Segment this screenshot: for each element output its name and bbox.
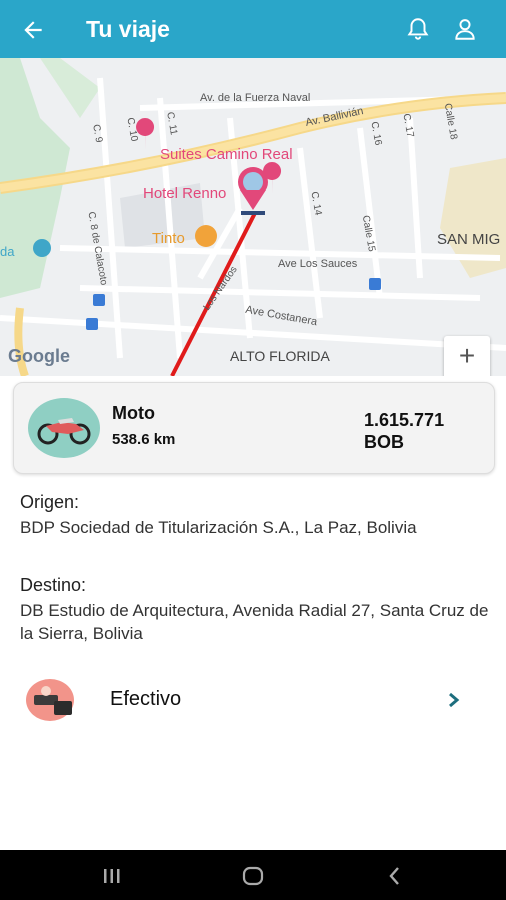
price-currency: BOB: [364, 432, 404, 452]
restaurant-pin-icon[interactable]: [195, 225, 217, 247]
map-label: SAN MIG: [437, 231, 501, 248]
origin-value: BDP Sociedad de Titularización S.A., La …: [20, 518, 417, 537]
trip-distance: 538.6 km: [112, 431, 176, 448]
back-nav-icon[interactable]: [383, 864, 407, 888]
map-label: Av. de la Fuerza Naval: [200, 92, 311, 104]
bus-stop-icon: [369, 278, 381, 290]
app-bar: Tu viaje: [0, 0, 506, 58]
map-poi-label: Suites Camino Real: [160, 146, 293, 163]
system-nav-bar: [0, 850, 506, 900]
zoom-in-button[interactable]: +: [444, 336, 490, 376]
place-pin-icon[interactable]: [33, 239, 51, 257]
payment-method-row[interactable]: Efectivo: [0, 672, 506, 728]
zoom-control: + −: [444, 336, 490, 376]
map-poi-label: Hotel Renno: [143, 185, 227, 202]
home-icon[interactable]: [241, 864, 265, 888]
destination-value: DB Estudio de Arquitectura, Avenida Radi…: [20, 601, 489, 643]
vehicle-type: Moto: [112, 403, 155, 423]
bus-stop-icon: [93, 294, 105, 306]
cash-payment-icon: [26, 679, 74, 721]
user-icon[interactable]: [452, 16, 478, 42]
map-label: ALTO FLORIDA: [230, 348, 330, 364]
bell-icon[interactable]: [405, 16, 431, 42]
chevron-right-icon[interactable]: [444, 688, 464, 712]
trip-price: 1.615.771 BOB: [364, 409, 484, 453]
google-logo: Google: [8, 346, 70, 366]
back-arrow-icon[interactable]: [20, 17, 46, 43]
map-view[interactable]: Av. de la Fuerza Naval Av. Ballivián Sui…: [0, 58, 506, 376]
price-value: 1.615.771: [364, 410, 445, 430]
origin-label: Origen:: [20, 492, 80, 512]
map-poi-label: da: [0, 244, 15, 259]
page-title: Tu viaje: [86, 16, 170, 42]
map-label: Ave Los Sauces: [278, 258, 358, 270]
hotel-pin-icon[interactable]: [136, 118, 155, 150]
motorcycle-icon: [28, 398, 100, 458]
recent-apps-icon[interactable]: [100, 864, 124, 888]
park-area: [40, 58, 100, 118]
payment-method-label: Efectivo: [110, 688, 182, 710]
map-poi-label: Tinto: [152, 230, 185, 247]
map-canvas: [0, 58, 506, 376]
destination-label: Destino:: [20, 575, 87, 595]
trip-summary-card[interactable]: Moto 538.6 km 1.615.771 BOB: [13, 382, 495, 474]
bus-stop-icon: [86, 318, 98, 330]
